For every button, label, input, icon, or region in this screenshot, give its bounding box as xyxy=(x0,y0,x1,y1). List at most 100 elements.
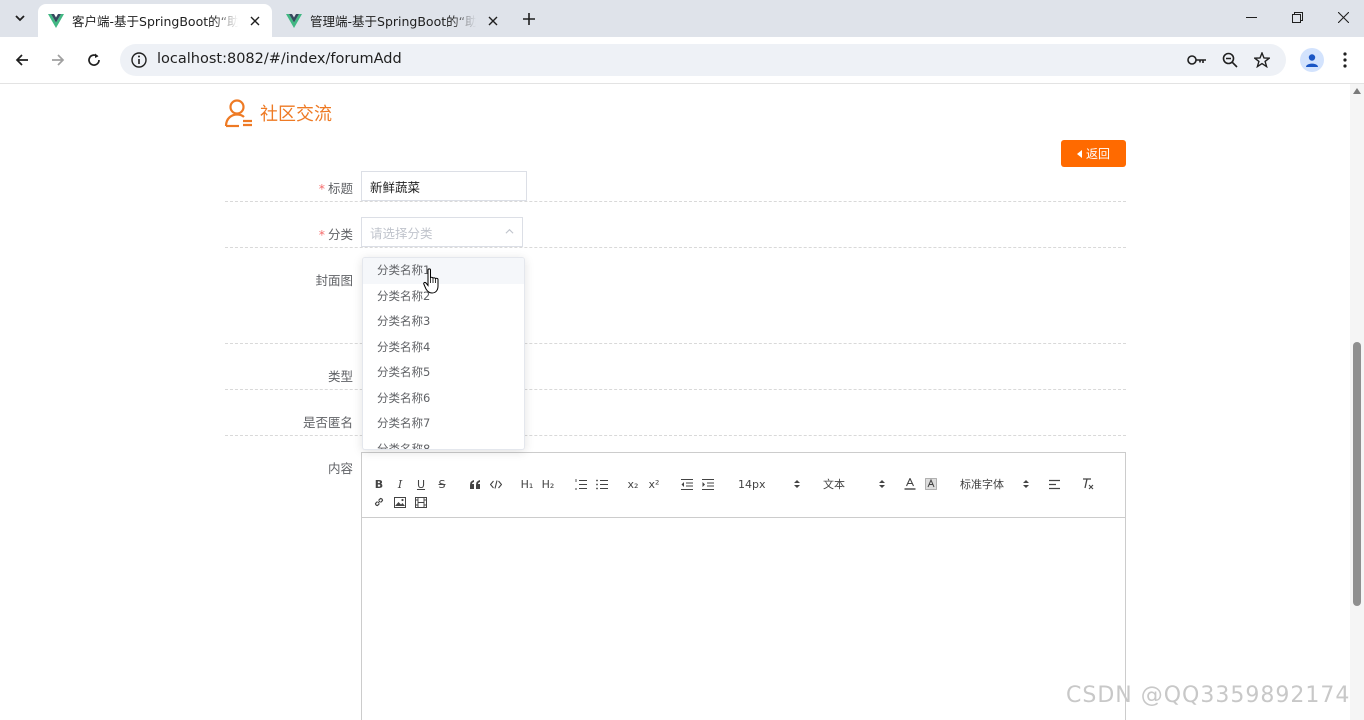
scroll-up-arrow-icon[interactable] xyxy=(1353,88,1361,94)
tab-title: 客户端-基于SpringBoot的“助农 xyxy=(72,14,238,29)
zoom-icon[interactable] xyxy=(1220,51,1240,69)
background-color-button[interactable] xyxy=(924,477,938,491)
outdent-button[interactable] xyxy=(680,477,694,491)
scrollbar-thumb[interactable] xyxy=(1353,342,1361,606)
outdent-icon xyxy=(681,478,693,490)
vue-logo-icon xyxy=(286,13,302,28)
font-family-picker[interactable]: 标准字体 xyxy=(960,477,1029,491)
page-title-text: 社区交流 xyxy=(260,104,332,125)
minimize-icon xyxy=(1245,16,1257,18)
category-placeholder: 请选择分类 xyxy=(370,225,433,241)
arrow-left-icon xyxy=(15,54,28,66)
bookmark-star-icon[interactable] xyxy=(1252,51,1272,69)
watermark: CSDN @QQ3359892174 xyxy=(1066,683,1351,708)
image-button[interactable] xyxy=(393,495,407,509)
chevron-down-icon xyxy=(15,15,25,22)
strike-button[interactable]: S xyxy=(435,477,449,491)
code-icon xyxy=(490,479,502,489)
category-option-3[interactable]: 分类名称3 xyxy=(363,309,524,335)
vue-logo-icon xyxy=(48,13,64,28)
browser-menu-button[interactable] xyxy=(1336,48,1354,72)
back-nav-button[interactable] xyxy=(10,48,34,72)
link-button[interactable] xyxy=(372,495,386,509)
image-icon xyxy=(394,496,406,508)
quote-icon xyxy=(469,479,480,489)
back-button[interactable]: 返回 xyxy=(1061,140,1126,167)
h2-button[interactable]: H₂ xyxy=(541,477,555,491)
indent-icon xyxy=(702,478,714,490)
align-button[interactable] xyxy=(1048,477,1062,491)
rich-text-editor: B I U S H₁ H₂ x₂ x² 14px 文本 标准字体 xyxy=(361,452,1126,720)
title-input[interactable]: 新鲜蔬菜 xyxy=(361,171,527,201)
text-color-button[interactable] xyxy=(903,477,917,491)
indent-button[interactable] xyxy=(701,477,715,491)
tab-title: 管理端-基于SpringBoot的“助农 xyxy=(310,14,476,29)
caret-left-icon xyxy=(1076,149,1082,158)
page-scrollbar[interactable] xyxy=(1350,84,1364,720)
font-family-value: 标准字体 xyxy=(960,478,1004,491)
address-bar[interactable]: localhost:8082/#/index/forumAdd xyxy=(120,44,1286,76)
category-option-4[interactable]: 分类名称4 xyxy=(363,335,524,361)
restore-button[interactable] xyxy=(1274,0,1320,34)
video-button[interactable] xyxy=(414,495,428,509)
superscript-button[interactable]: x² xyxy=(647,477,661,491)
ordered-list-icon xyxy=(575,478,587,489)
align-left-icon xyxy=(1049,479,1060,489)
site-info-icon[interactable] xyxy=(130,51,148,69)
italic-button[interactable]: I xyxy=(393,477,407,491)
category-option-7[interactable]: 分类名称7 xyxy=(363,411,524,437)
clear-format-button[interactable] xyxy=(1081,477,1095,491)
text-color-icon xyxy=(904,478,916,490)
subscript-button[interactable]: x₂ xyxy=(626,477,640,491)
page-title: 社区交流 xyxy=(224,98,332,128)
back-button-label: 返回 xyxy=(1085,147,1110,161)
minimize-button[interactable] xyxy=(1228,0,1274,34)
divider xyxy=(225,389,1126,390)
page-viewport: 社区交流 返回 * 标题 新鲜蔬菜 * 分类 请选择分类 封面图 类型 是否匿名 内… xyxy=(0,84,1364,720)
category-option-8[interactable]: 分类名称8 xyxy=(363,437,524,450)
h1-button[interactable]: H₁ xyxy=(520,477,534,491)
new-tab-button[interactable] xyxy=(518,8,540,30)
bold-button[interactable]: B xyxy=(372,477,386,491)
password-key-icon[interactable] xyxy=(1187,51,1207,69)
chevron-up-icon xyxy=(505,228,514,234)
arrow-right-icon xyxy=(52,54,65,66)
bullet-list-button[interactable] xyxy=(595,477,609,491)
underline-button[interactable]: U xyxy=(414,477,428,491)
close-tab-icon[interactable] xyxy=(246,12,264,30)
divider xyxy=(225,343,1126,344)
ordered-list-button[interactable] xyxy=(574,477,588,491)
header-picker[interactable]: 文本 xyxy=(823,477,885,491)
category-option-6[interactable]: 分类名称6 xyxy=(363,386,524,412)
forward-nav-button[interactable] xyxy=(46,48,70,72)
tab-search-button[interactable] xyxy=(8,6,32,30)
url-text: localhost:8082/#/index/forumAdd xyxy=(157,51,402,67)
close-tab-icon[interactable] xyxy=(484,12,502,30)
close-window-button[interactable] xyxy=(1320,0,1364,34)
tab-admin[interactable]: 管理端-基于SpringBoot的“助农 xyxy=(276,4,510,37)
category-option-2[interactable]: 分类名称2 xyxy=(363,284,524,310)
person-icon xyxy=(1306,54,1318,67)
category-option-5[interactable]: 分类名称5 xyxy=(363,360,524,386)
font-size-picker[interactable]: 14px xyxy=(738,477,800,491)
editor-toolbar: B I U S H₁ H₂ x₂ x² 14px 文本 标准字体 xyxy=(362,453,1125,518)
video-icon xyxy=(415,496,427,508)
reload-icon xyxy=(88,53,100,66)
anonymous-label: 是否匿名 xyxy=(302,415,353,430)
divider xyxy=(225,201,1126,202)
code-block-button[interactable] xyxy=(489,477,503,491)
blockquote-button[interactable] xyxy=(468,477,482,491)
up-down-icon xyxy=(794,480,800,488)
tab-client[interactable]: 客户端-基于SpringBoot的“助农 xyxy=(38,4,272,37)
bullet-list-icon xyxy=(596,479,608,489)
category-select[interactable]: 请选择分类 xyxy=(361,217,523,247)
category-dropdown: 分类名称1 分类名称2 分类名称3 分类名称4 分类名称5 分类名称6 分类名称… xyxy=(362,257,525,450)
plus-icon xyxy=(523,13,535,25)
profile-avatar-button[interactable] xyxy=(1300,48,1324,72)
hand-cursor-icon xyxy=(423,268,439,294)
reload-button[interactable] xyxy=(82,48,106,72)
restore-icon xyxy=(1291,11,1303,23)
category-label: * 分类 xyxy=(318,227,353,242)
category-option-1[interactable]: 分类名称1 xyxy=(363,258,524,284)
close-icon xyxy=(1337,11,1349,23)
